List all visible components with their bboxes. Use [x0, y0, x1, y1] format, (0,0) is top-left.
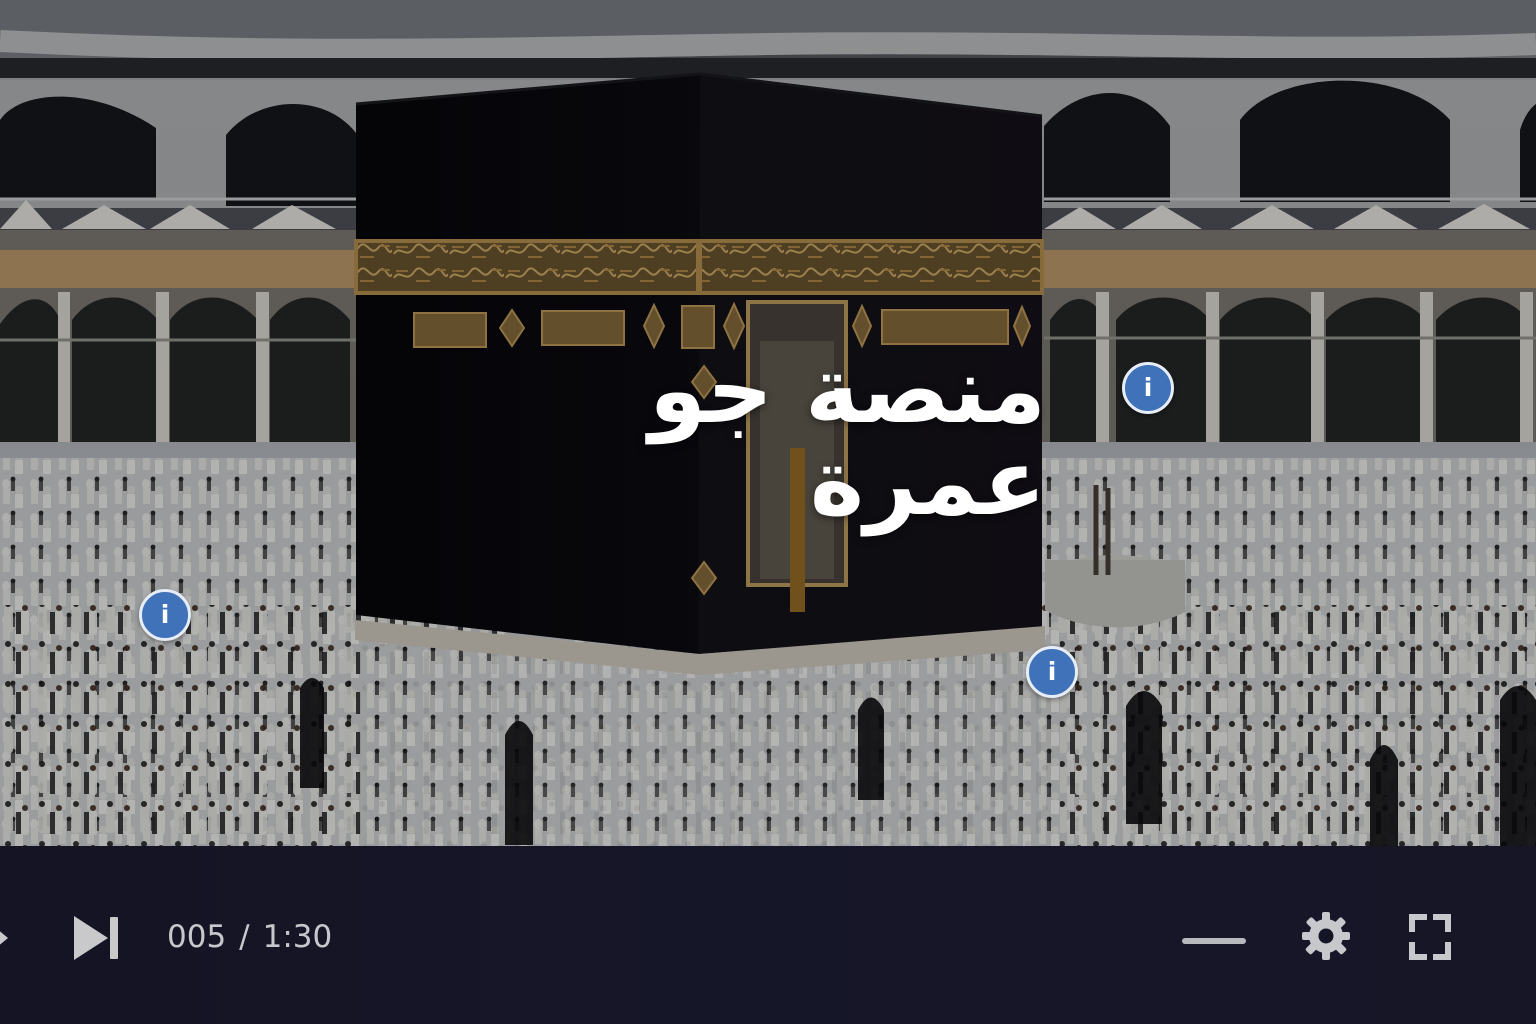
time-display: 005 / 1:30 — [167, 918, 332, 956]
current-time: 005 — [167, 919, 227, 955]
duration: 1:30 — [262, 919, 333, 955]
time-separator: / — [239, 919, 250, 955]
info-icon: i — [160, 600, 170, 629]
video-player: منصة جو عمرة i i i 005 / 1:30 — [0, 0, 1536, 1024]
fullscreen-button[interactable] — [1408, 913, 1452, 961]
settings-button[interactable] — [1300, 910, 1352, 962]
volume-bar[interactable] — [1182, 938, 1246, 944]
info-icon: i — [1143, 373, 1153, 402]
info-icon: i — [1047, 657, 1057, 686]
info-hotspot-3[interactable]: i — [1026, 646, 1078, 698]
skip-next-icon — [74, 916, 108, 960]
info-hotspot-2[interactable]: i — [139, 589, 191, 641]
video-title: منصة جو عمرة — [649, 337, 1046, 536]
gear-icon — [1302, 912, 1350, 960]
fullscreen-icon — [1409, 914, 1451, 960]
skip-next-icon-bar — [110, 917, 118, 959]
info-hotspot-1[interactable]: i — [1122, 362, 1174, 414]
skip-next-button[interactable] — [74, 916, 120, 960]
play-icon[interactable] — [0, 928, 8, 948]
video-frame[interactable]: منصة جو عمرة i i i — [0, 0, 1536, 846]
